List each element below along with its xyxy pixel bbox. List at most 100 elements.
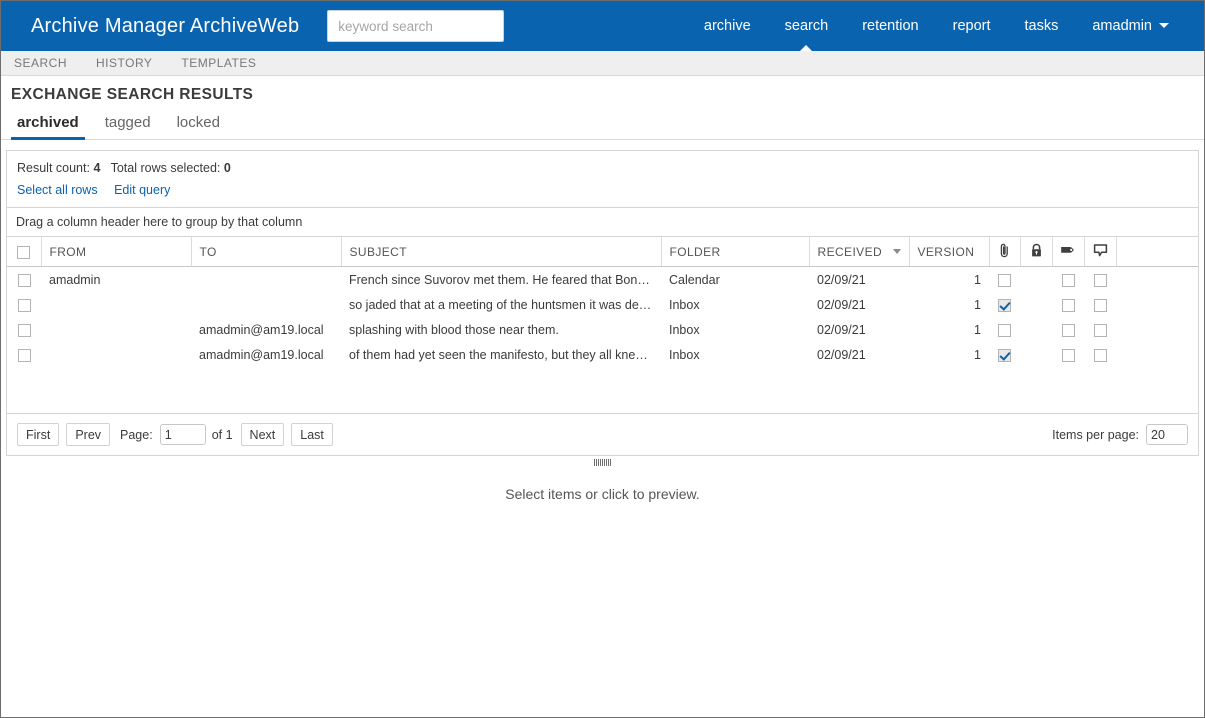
cell-note[interactable] (1084, 267, 1116, 293)
cell-tag[interactable] (1052, 292, 1084, 317)
table-row[interactable]: amadmin@am19.local splashing with blood t… (7, 317, 1198, 342)
first-page-button[interactable]: First (17, 423, 60, 446)
cell-subject: so jaded that at a meeting of the huntsm… (349, 297, 661, 312)
cell-attachment-checkbox[interactable] (998, 323, 1011, 337)
cell-note[interactable] (1084, 342, 1116, 367)
lock-icon (1030, 243, 1043, 260)
pagination-bar: First Prev Page: of 1 Next Last Items pe… (7, 413, 1198, 455)
items-per-page-input[interactable] (1146, 424, 1188, 445)
cell-attachment-checkbox[interactable] (998, 273, 1011, 287)
nav-item-report[interactable]: report (936, 1, 1008, 51)
column-header-subject[interactable]: SUBJECT (341, 237, 662, 267)
column-header-to[interactable]: TO (191, 237, 342, 267)
cell-note[interactable] (1084, 317, 1116, 342)
cell-attachment-checkbox[interactable] (998, 298, 1011, 312)
group-by-dropzone[interactable]: Drag a column header here to group by th… (7, 207, 1198, 237)
cell-locked (1020, 267, 1052, 293)
column-header-spacer (1116, 237, 1198, 267)
next-page-button[interactable]: Next (240, 423, 285, 446)
cell-note[interactable] (1084, 292, 1116, 317)
chevron-down-icon (1159, 22, 1169, 28)
tab-tagged[interactable]: tagged (99, 114, 157, 139)
cell-note-checkbox[interactable] (1093, 323, 1107, 337)
tag-icon (1060, 244, 1076, 258)
comment-icon (1093, 243, 1108, 260)
subnav-item-search[interactable]: SEARCH (14, 56, 67, 70)
page-number-input[interactable] (159, 424, 206, 445)
total-selected-label: Total rows selected: (110, 161, 221, 175)
table-row[interactable]: amadmin French since Suvorov met them. He… (7, 267, 1198, 293)
nav-item-tasks-label: tasks (1024, 18, 1059, 34)
column-header-locked[interactable] (1020, 237, 1053, 267)
cell-folder: Inbox (669, 347, 700, 362)
nav-item-tasks[interactable]: tasks (1008, 1, 1076, 51)
cell-to (191, 267, 341, 293)
cell-tag-checkbox[interactable] (1061, 298, 1075, 312)
tab-archived[interactable]: archived (11, 114, 85, 140)
cell-attachment[interactable] (989, 317, 1020, 342)
keyword-search-input[interactable] (327, 10, 505, 42)
last-page-button[interactable]: Last (291, 423, 333, 446)
tab-locked[interactable]: locked (171, 114, 226, 139)
result-count-label: Result count: (17, 161, 90, 175)
preview-splitter-handle[interactable] (1, 456, 1204, 468)
column-header-from[interactable]: FROM (41, 237, 192, 267)
cell-attachment[interactable] (989, 292, 1020, 317)
cell-tag[interactable] (1052, 267, 1084, 293)
grid-empty-space (7, 367, 1198, 413)
row-select-checkbox[interactable] (17, 273, 31, 287)
cell-tag[interactable] (1052, 342, 1084, 367)
column-header-version[interactable]: VERSION (909, 237, 990, 267)
prev-page-button[interactable]: Prev (66, 423, 111, 446)
cell-locked (1020, 292, 1052, 317)
page-total-label: of 1 (211, 427, 233, 442)
cell-attachment[interactable] (989, 267, 1020, 293)
user-menu[interactable]: amadmin (1075, 1, 1186, 51)
cell-folder: Inbox (669, 322, 700, 337)
user-menu-label: amadmin (1092, 18, 1152, 34)
cell-note-checkbox[interactable] (1093, 298, 1107, 312)
subnav-item-templates[interactable]: TEMPLATES (181, 56, 256, 70)
row-select-checkbox[interactable] (17, 348, 31, 362)
edit-query-link[interactable]: Edit query (114, 183, 170, 197)
cell-tag-checkbox[interactable] (1061, 348, 1075, 362)
nav-item-archive-label: archive (703, 18, 751, 34)
nav-item-search[interactable]: search (768, 1, 846, 51)
select-all-rows-link[interactable]: Select all rows (17, 183, 98, 197)
cell-attachment-checkbox[interactable] (998, 348, 1011, 362)
cell-tag[interactable] (1052, 317, 1084, 342)
select-all-checkbox[interactable] (17, 245, 31, 259)
column-header-folder[interactable]: FOLDER (661, 237, 810, 267)
nav-item-search-label: search (784, 18, 829, 34)
column-header-tag[interactable] (1052, 237, 1085, 267)
table-row[interactable]: so jaded that at a meeting of the huntsm… (7, 292, 1198, 317)
column-header-received-label: RECEIVED (817, 244, 883, 259)
nav-item-retention[interactable]: retention (845, 1, 935, 51)
cell-from: amadmin (49, 272, 101, 287)
row-select[interactable] (7, 342, 41, 367)
cell-note-checkbox[interactable] (1093, 273, 1107, 287)
cell-tag-checkbox[interactable] (1061, 323, 1075, 337)
column-header-note[interactable] (1084, 237, 1117, 267)
subnav-item-history[interactable]: HISTORY (96, 56, 152, 70)
cell-subject: of them had yet seen the manifesto, but … (349, 347, 661, 362)
grid-body: amadmin French since Suvorov met them. He… (7, 267, 1198, 368)
column-header-attachment[interactable] (989, 237, 1021, 267)
cell-note-checkbox[interactable] (1093, 348, 1107, 362)
cell-attachment[interactable] (989, 342, 1020, 367)
top-header-bar: Archive Manager ArchiveWeb archive searc… (1, 1, 1204, 51)
preview-pane: Select items or click to preview. (1, 468, 1204, 717)
row-select-checkbox[interactable] (17, 323, 31, 337)
row-select[interactable] (7, 292, 41, 317)
cell-folder: Calendar (669, 272, 720, 287)
nav-item-archive[interactable]: archive (687, 1, 768, 51)
row-select[interactable] (7, 267, 41, 293)
column-header-received[interactable]: RECEIVED (809, 237, 910, 267)
row-select[interactable] (7, 317, 41, 342)
column-header-select[interactable] (7, 237, 42, 267)
cell-tag-checkbox[interactable] (1061, 273, 1075, 287)
row-select-checkbox[interactable] (17, 298, 31, 312)
cell-spacer (1116, 342, 1198, 367)
table-row[interactable]: amadmin@am19.local of them had yet seen t… (7, 342, 1198, 367)
result-actions: Select all rows Edit query (7, 175, 1198, 207)
